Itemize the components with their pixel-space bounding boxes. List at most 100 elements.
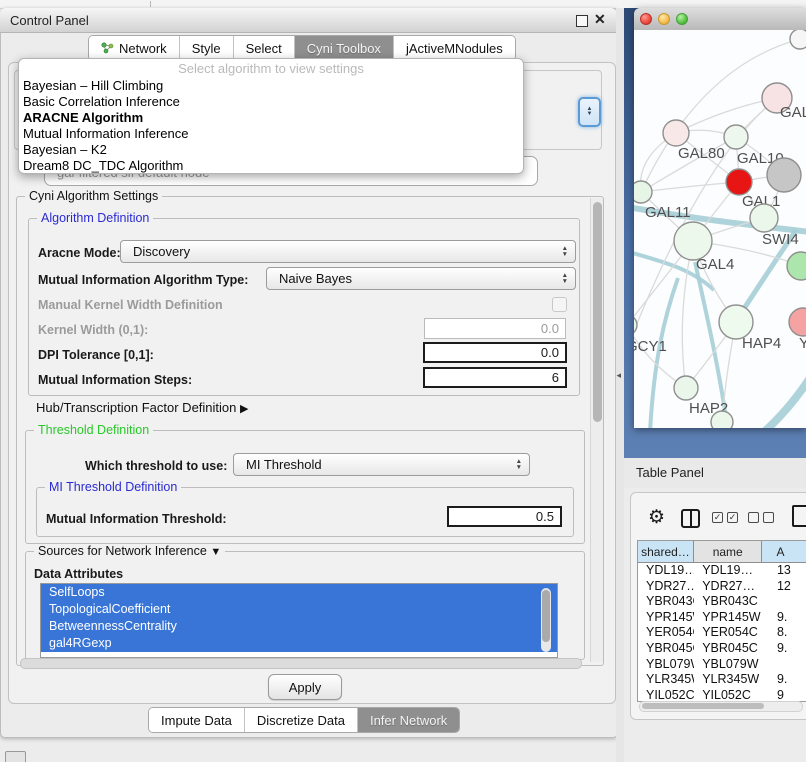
hub-definition-disclosure[interactable]: Hub/Transcription Factor Definition ▶	[36, 400, 248, 415]
algorithm-option[interactable]: Bayesian – K2	[19, 142, 523, 158]
network-node-hap2[interactable]	[674, 376, 698, 400]
algorithm-dropdown[interactable]: Select algorithm to view settings Bayesi…	[18, 58, 524, 174]
combo-arrows-icon: ▲▼	[516, 459, 522, 470]
aracne-mode-label: Aracne Mode:	[38, 246, 121, 260]
panel-divider[interactable]	[616, 8, 624, 762]
apply-button[interactable]: Apply	[268, 674, 342, 700]
table-row[interactable]: YBR045CYBR045C9.	[638, 641, 806, 657]
table-row[interactable]: YDL19…YDL19…13	[638, 563, 806, 579]
network-node-gal11[interactable]	[634, 181, 652, 203]
mi-algorithm-type-combo[interactable]: Naive Bayes ▲▼	[266, 267, 576, 290]
network-node[interactable]	[787, 252, 806, 280]
data-attribute-item[interactable]: SelfLoops	[41, 584, 557, 601]
column-header-shared-name[interactable]: shared…	[638, 541, 694, 563]
tab-jactivemnodules[interactable]: jActiveMNodules	[394, 36, 515, 60]
table-row[interactable]: YBR043CYBR043C	[638, 594, 806, 610]
algorithm-combo-arrow-button[interactable]: ▲▼	[578, 97, 601, 127]
algorithm-option[interactable]: Basic Correlation Inference	[19, 94, 523, 110]
network-node-gal80[interactable]	[663, 120, 689, 146]
data-attribute-item[interactable]: TopologicalCoefficient	[41, 601, 557, 618]
deselect-all-columns-icon[interactable]	[748, 512, 774, 523]
table-cell	[763, 594, 806, 610]
control-panel-titlebar[interactable]	[0, 8, 616, 33]
tab-impute-data[interactable]: Impute Data	[149, 708, 245, 732]
table-body: YDL19…YDL19…13YDR27…YDR27…12YBR043CYBR04…	[638, 563, 806, 702]
which-threshold-combo[interactable]: MI Threshold ▲▼	[233, 453, 530, 476]
algorithm-option[interactable]: Dream8 DC_TDC Algorithm	[19, 158, 523, 174]
column-header-third[interactable]: A	[762, 541, 806, 563]
mi-steps-field[interactable]: 6	[423, 367, 567, 388]
tab-infer-network[interactable]: Infer Network	[358, 708, 459, 732]
chevron-right-icon: ▶	[240, 403, 248, 415]
tab-select[interactable]: Select	[234, 36, 295, 60]
divider-collapse-arrow[interactable]: ◂	[617, 370, 622, 381]
table-row[interactable]: YLR345WYLR345W9.	[638, 672, 806, 688]
table-cell: YBL079W	[694, 657, 763, 673]
network-node[interactable]	[790, 30, 806, 49]
gear-icon[interactable]: ⚙	[648, 506, 665, 529]
tab-style[interactable]: Style	[180, 36, 234, 60]
settings-scrollbar-thumb[interactable]	[593, 202, 602, 422]
algorithm-option[interactable]: Bayesian – Hill Climbing	[19, 78, 523, 94]
mi-threshold-field[interactable]: 0.5	[447, 506, 562, 527]
settings-horizontal-scrollbar[interactable]	[20, 658, 582, 669]
data-attribute-item[interactable]: BetweennessCentrality	[41, 618, 557, 635]
network-node-gcy1[interactable]	[634, 315, 637, 335]
table-cell: YBR045C	[638, 641, 694, 657]
network-node[interactable]	[711, 411, 733, 428]
table-cell: 9.	[763, 610, 806, 626]
window-close-traffic-light[interactable]	[640, 13, 652, 25]
column-layout-icon[interactable]	[681, 509, 700, 528]
tab-cyni-toolbox[interactable]: Cyni Toolbox	[295, 36, 394, 60]
column-header-name[interactable]: name	[694, 541, 763, 563]
minimized-panel-chip[interactable]	[5, 751, 26, 762]
table-row[interactable]: YER054CYER054C8.	[638, 625, 806, 641]
network-node-label: GAL4	[696, 256, 734, 273]
table-scrollbar-thumb[interactable]	[642, 703, 764, 709]
data-attributes-list[interactable]: SelfLoopsTopologicalCoefficientBetweenne…	[40, 583, 558, 658]
window-minimize-traffic-light[interactable]	[658, 13, 670, 25]
tab-network[interactable]: Network	[89, 36, 180, 60]
select-all-columns-icon[interactable]: ✓✓	[712, 512, 738, 523]
algorithm-definition-title: Algorithm Definition	[37, 211, 153, 225]
table-cell: 9.	[763, 641, 806, 657]
settings-vertical-scrollbar[interactable]	[590, 198, 603, 662]
network-node-gal4[interactable]	[674, 222, 712, 260]
network-canvas[interactable]: GALGAL80GAL10GAL1GAL11SWI4GAL4GCY1HAP4YH…	[634, 30, 806, 428]
window-zoom-traffic-light[interactable]	[676, 13, 688, 25]
network-node-gal10[interactable]	[724, 125, 748, 149]
mi-steps-label: Mutual Information Steps:	[38, 373, 192, 387]
attributes-list-scrollbar[interactable]	[541, 588, 551, 652]
network-node-label: GAL80	[678, 145, 725, 162]
sources-group-title[interactable]: Sources for Network Inference ▼	[34, 544, 225, 558]
table-row[interactable]: YPR145WYPR145W9.	[638, 610, 806, 626]
algorithm-option[interactable]: Mutual Information Inference	[19, 126, 523, 142]
table-horizontal-scrollbar[interactable]	[639, 701, 803, 712]
tab-discretize-data-label: Discretize Data	[257, 713, 345, 728]
aracne-mode-combo[interactable]: Discovery ▲▼	[120, 240, 576, 263]
dpi-tolerance-field[interactable]: 0.0	[423, 342, 567, 363]
algorithm-option[interactable]: ARACNE Algorithm	[19, 110, 523, 126]
tab-discretize-data[interactable]: Discretize Data	[245, 708, 358, 732]
close-panel-icon[interactable]: ✕	[594, 11, 606, 28]
table-row[interactable]: YDR27…YDR27…12	[638, 579, 806, 595]
table-cell: YER054C	[638, 625, 694, 641]
table-cell: YBL079W	[638, 657, 694, 673]
table-cell: YIL052C	[638, 688, 694, 702]
network-window-titlebar[interactable]	[634, 8, 806, 31]
kernel-width-field[interactable]: 0.0	[424, 318, 566, 339]
table-row[interactable]: YIL052CYIL052C9	[638, 688, 806, 702]
network-node-gal1[interactable]	[726, 169, 752, 195]
manual-kernel-width-checkbox[interactable]	[552, 297, 567, 312]
float-panel-icon[interactable]	[576, 15, 588, 27]
cyni-algorithm-settings-title: Cyni Algorithm Settings	[25, 189, 162, 203]
table-row[interactable]: YBL079WYBL079W	[638, 657, 806, 673]
network-node-hap4[interactable]	[719, 305, 753, 339]
data-attribute-item[interactable]: gal4RGexp	[41, 635, 557, 652]
network-node-y[interactable]	[789, 308, 806, 336]
network-node[interactable]	[767, 158, 801, 192]
new-table-icon[interactable]	[792, 505, 806, 527]
network-node-swi4[interactable]	[750, 204, 778, 232]
table-cell: YIL052C	[694, 688, 763, 702]
table-cell	[763, 657, 806, 673]
